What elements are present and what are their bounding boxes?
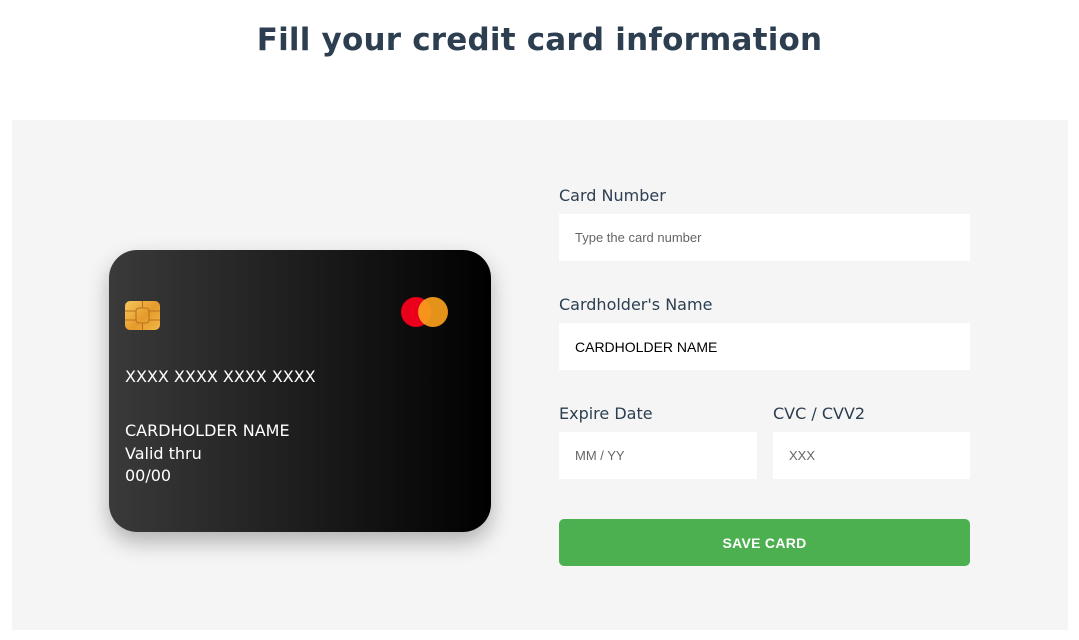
cvc-label: CVC / CVV2 [773,404,866,423]
card-number-label: Card Number [559,186,666,205]
credit-card-preview: XXXX XXXX XXXX XXXX CARDHOLDER NAME Vali… [109,250,491,532]
card-chip-icon [125,301,160,330]
page-title: Fill your credit card information [256,22,823,58]
expire-date-input[interactable] [559,432,757,479]
cvc-input[interactable] [773,432,970,479]
cardholder-name-display: CARDHOLDER NAME [125,421,290,440]
expiry-display: 00/00 [125,466,172,485]
mastercard-logo-icon [401,296,451,328]
card-number-display: XXXX XXXX XXXX XXXX [125,367,316,386]
mastercard-orange-circle [418,297,448,327]
cardholder-name-label: Cardholder's Name [559,295,713,314]
valid-thru-label: Valid thru [125,444,202,463]
card-number-input[interactable] [559,214,970,261]
expire-date-label: Expire Date [559,404,653,423]
credit-card-panel: XXXX XXXX XXXX XXXX CARDHOLDER NAME Vali… [12,120,1068,630]
cardholder-name-input[interactable] [559,323,970,370]
save-card-button[interactable]: SAVE CARD [559,519,970,566]
